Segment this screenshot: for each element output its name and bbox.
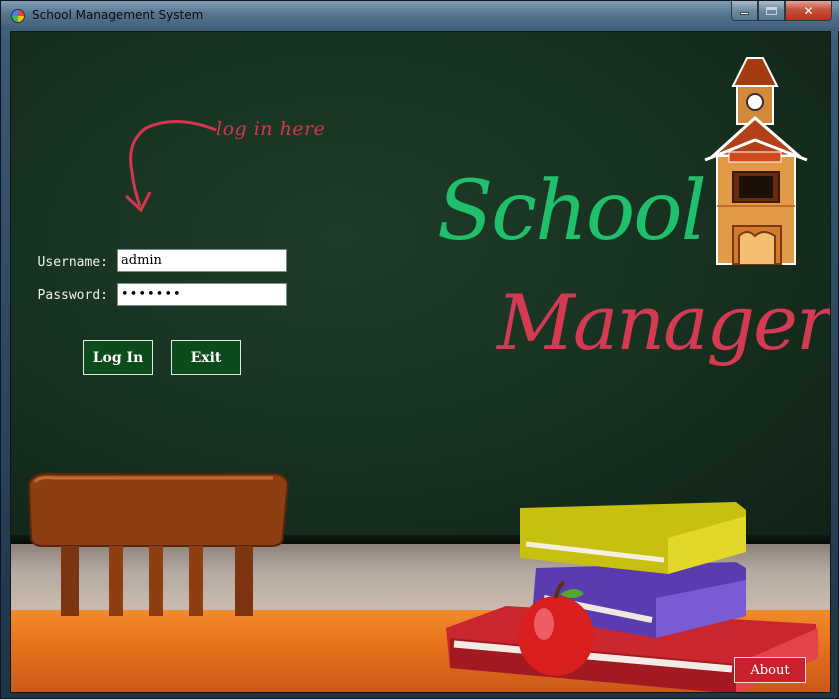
chair-illustration: [27, 472, 289, 616]
logo-school-text: School: [437, 164, 707, 259]
title-bar[interactable]: School Management System ✕: [1, 1, 839, 31]
about-button[interactable]: About: [734, 657, 806, 683]
login-hint: log in here: [216, 118, 326, 140]
close-button[interactable]: ✕: [785, 1, 832, 21]
schoolhouse-illustration: [704, 57, 808, 265]
username-input[interactable]: admin: [117, 249, 287, 272]
username-label: Username:: [37, 255, 108, 270]
maximize-icon: [766, 6, 777, 15]
password-input[interactable]: •••••••: [117, 283, 287, 306]
logo-manager-text: Manager: [497, 278, 831, 367]
password-label: Password:: [37, 288, 108, 303]
login-screen: log in here Username: admin Password: ••…: [10, 31, 831, 693]
minimize-icon: [740, 11, 749, 15]
hint-arrow-icon: [124, 119, 217, 213]
maximize-button[interactable]: [758, 1, 785, 21]
window-controls: ✕: [731, 1, 832, 21]
close-icon: ✕: [803, 3, 814, 18]
exit-button[interactable]: Exit: [171, 340, 241, 375]
app-window: School Management System ✕ log in here U…: [0, 0, 839, 699]
login-button[interactable]: Log In: [83, 340, 153, 375]
window-title: School Management System: [32, 8, 204, 22]
minimize-button[interactable]: [731, 1, 758, 21]
app-icon: [11, 9, 25, 23]
